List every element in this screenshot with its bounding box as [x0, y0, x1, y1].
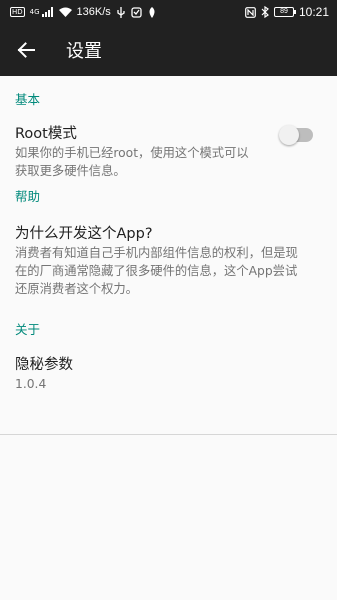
usb-icon: [117, 6, 125, 18]
network-type: 4G: [29, 8, 40, 16]
pref-root-mode[interactable]: Root模式 如果你的手机已经root，使用这个模式可以 获取更多硬件信息。: [0, 108, 337, 215]
switch-thumb: [279, 125, 299, 145]
battery-icon: 89: [273, 7, 296, 17]
leaf-icon: [149, 6, 155, 18]
pref-title: Root模式: [15, 126, 77, 142]
pref-summary-line: 消费者有知道自己手机内部组件信息的权利，但是现: [15, 246, 298, 260]
app-toolbar: 设置: [0, 24, 337, 76]
version-value: 1.0.4: [15, 377, 47, 391]
clock: 10:21: [298, 5, 329, 19]
section-header-about: 关于: [15, 322, 41, 337]
pref-title: 为什么开发这个App?: [15, 226, 153, 242]
pref-summary-line: 如果你的手机已经root，使用这个模式可以: [15, 146, 249, 160]
section-header-basic: 基本: [15, 92, 41, 107]
notification-icon: [131, 6, 142, 18]
arrow-back-icon: [17, 42, 35, 58]
nfc-icon: [245, 6, 256, 18]
wifi-icon: [58, 7, 72, 17]
pref-summary-line: 在的厂商通常隐藏了很多硬件的信息，这个App尝试: [15, 264, 298, 278]
pref-version[interactable]: 隐秘参数 1.0.4: [0, 338, 337, 393]
status-left: HD 4G 136K/s: [10, 6, 157, 18]
page-title: 设置: [66, 41, 102, 62]
pref-why-app[interactable]: 为什么开发这个App? 消费者有知道自己手机内部组件信息的权利，但是现 在的厂商…: [0, 205, 337, 306]
list-divider: [0, 434, 337, 435]
status-bar: HD 4G 136K/s 89 10:21: [0, 0, 337, 24]
root-mode-switch[interactable]: [279, 125, 313, 145]
signal-icon: [41, 7, 53, 17]
network-speed: 136K/s: [76, 6, 111, 18]
pref-summary-line: 还原消费者这个权力。: [15, 282, 138, 296]
status-right: 89 10:21: [245, 5, 329, 19]
pref-summary-line: 获取更多硬件信息。: [15, 164, 126, 178]
settings-list: 基本 Root模式 如果你的手机已经root，使用这个模式可以 获取更多硬件信息…: [0, 76, 337, 393]
hd-badge: HD: [10, 7, 25, 17]
bluetooth-icon: [261, 6, 269, 18]
pref-title: 隐秘参数: [15, 357, 73, 373]
back-button[interactable]: [0, 24, 52, 76]
